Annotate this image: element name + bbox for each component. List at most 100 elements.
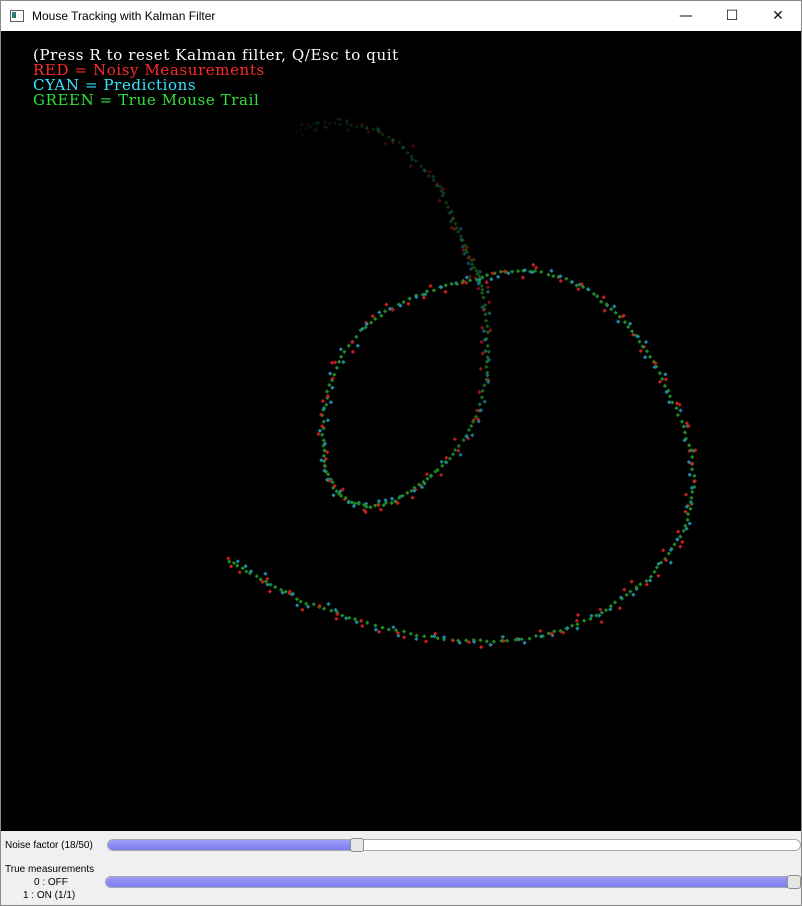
true-trail-point: [435, 636, 440, 641]
true-trail-point: [422, 634, 427, 639]
prediction-point: [489, 277, 494, 282]
prediction-point: [466, 261, 471, 266]
true-trail-point: [338, 122, 343, 127]
prediction-point: [522, 640, 527, 645]
true-trail-point: [321, 453, 327, 459]
true-trail-point: [515, 268, 521, 274]
measurement-point: [424, 472, 430, 477]
true-trail-point: [368, 320, 374, 325]
prediction-point: [678, 408, 683, 413]
true-trail-point: [373, 316, 378, 322]
prediction-point: [458, 452, 463, 457]
true-trail-point: [329, 608, 334, 613]
prediction-point: [608, 607, 613, 612]
true-trail-point: [624, 592, 629, 598]
prediction-point: [470, 433, 475, 438]
true-trail-point: [608, 603, 614, 609]
true-trail-point: [609, 307, 614, 312]
measurement-point: [484, 280, 489, 285]
measurement-point: [228, 564, 234, 569]
true-trail-point: [298, 599, 303, 604]
true-trail-point: [354, 334, 359, 340]
close-button[interactable]: ✕: [755, 1, 801, 31]
true-measurements-slider[interactable]: [105, 876, 801, 888]
measurement-point: [267, 589, 272, 594]
true-trail-point: [551, 273, 556, 279]
true-trail-point: [405, 150, 410, 156]
measurement-point: [575, 612, 581, 618]
prediction-point: [338, 347, 344, 352]
true-trail-point: [626, 324, 631, 330]
prediction-point: [263, 571, 268, 576]
measurement-point: [487, 300, 492, 305]
noise-factor-fill: [108, 840, 358, 850]
true-measurements-option-off: 0 : OFF: [34, 877, 68, 888]
true-trail-point: [599, 299, 604, 304]
prediction-point: [391, 625, 396, 630]
prediction-point: [325, 418, 331, 423]
true-trail-point: [644, 349, 650, 354]
true-measurements-fill: [106, 877, 800, 887]
true-trail-point: [484, 639, 489, 644]
prediction-point: [437, 184, 443, 189]
true-trail-point: [629, 329, 635, 334]
prediction-point: [331, 493, 336, 498]
true-trail-point: [628, 589, 633, 594]
measurement-point: [226, 556, 231, 561]
true-trail-point: [254, 574, 259, 579]
true-trail-point: [453, 221, 458, 226]
true-trail-point: [479, 395, 485, 400]
true-trail-point: [622, 319, 628, 325]
maximize-button[interactable]: ☐: [709, 1, 755, 31]
prediction-point: [439, 459, 444, 464]
title-bar[interactable]: Mouse Tracking with Kalman Filter — ☐ ✕: [1, 1, 801, 31]
true-trail-point: [368, 505, 373, 510]
measurement-point: [383, 141, 388, 146]
noise-factor-slider[interactable]: [107, 839, 801, 851]
measurement-point: [300, 132, 305, 137]
measurement-point: [534, 265, 539, 270]
measurement-point: [476, 286, 481, 291]
noise-factor-label: Noise factor (18/50): [5, 840, 93, 851]
measurement-point: [644, 582, 649, 587]
true-trail-point: [613, 310, 618, 316]
true-trail-point: [414, 633, 419, 638]
true-trail-point: [474, 268, 479, 273]
measurement-point: [320, 398, 326, 404]
prediction-point: [627, 321, 633, 326]
true-trail-point: [235, 563, 240, 568]
measurement-point: [461, 247, 466, 253]
true-trail-point: [418, 163, 424, 169]
prediction-point: [389, 496, 395, 501]
true-trail-point: [324, 389, 330, 394]
true-trail-point: [354, 124, 359, 129]
minimize-button[interactable]: —: [663, 1, 709, 31]
true-trail-point: [480, 287, 485, 292]
measurement-point: [538, 628, 543, 634]
prediction-point: [377, 310, 382, 315]
trail-plot: [226, 116, 698, 650]
prediction-point: [642, 355, 648, 360]
noise-factor-thumb[interactable]: [350, 838, 364, 852]
prediction-point: [344, 616, 349, 621]
measurement-point: [366, 129, 371, 135]
true-trail-point: [413, 158, 419, 163]
measurement-point: [411, 143, 416, 149]
true-trail-point: [408, 631, 413, 636]
prediction-point: [549, 268, 554, 273]
true-trail-point: [675, 412, 681, 418]
true-trail-point: [479, 283, 484, 289]
tracking-canvas[interactable]: (Press R to reset Kalman filter, Q/Esc t…: [1, 31, 801, 831]
prediction-point: [616, 319, 621, 324]
measurement-point: [410, 495, 415, 500]
true-trail-point: [428, 473, 434, 478]
true-measurements-thumb[interactable]: [787, 875, 801, 889]
measurement-point: [334, 616, 339, 621]
true-trail-point: [440, 463, 445, 469]
true-trail-point: [333, 120, 338, 126]
prediction-point: [414, 636, 419, 642]
measurement-point: [602, 308, 607, 313]
close-icon: ✕: [772, 8, 784, 24]
prediction-point: [631, 592, 636, 597]
true-trail-point: [491, 639, 497, 644]
